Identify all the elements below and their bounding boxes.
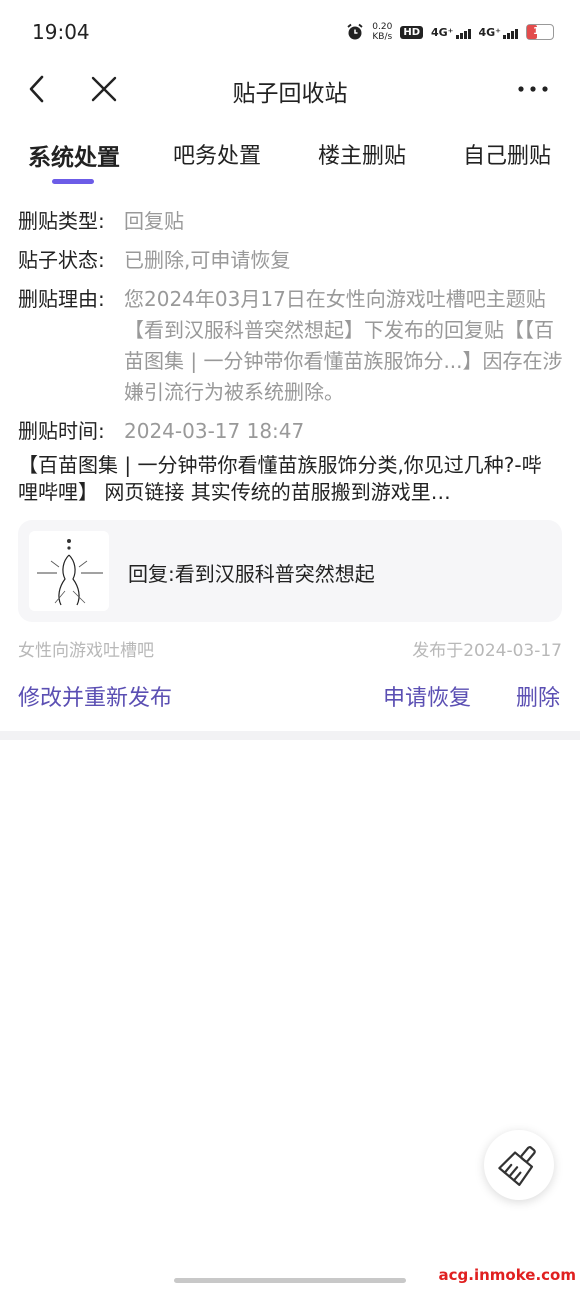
info-row-time: 删贴时间: 2024-03-17 18:47 [18, 416, 563, 447]
nav-bar: 贴子回收站 [0, 64, 580, 114]
type-value: 回复贴 [124, 209, 184, 233]
signal-icon: 4G⁺ [431, 26, 471, 39]
type-label: 删贴类型: [18, 209, 105, 233]
alarm-icon [347, 23, 363, 40]
signal-1-label: 4G⁺ [431, 25, 454, 39]
broom-icon [498, 1146, 536, 1186]
tab-system-disposal[interactable]: 系统处置 [28, 138, 120, 172]
info-row-type: 删贴类型: 回复贴 [18, 206, 563, 237]
status-bar: 19:04 0.20 KB/s HD 4G⁺ 4G⁺ 15 [0, 0, 580, 64]
time-value: 2024-03-17 18:47 [124, 419, 305, 443]
apply-restore-button[interactable]: 申请恢复 [383, 680, 471, 712]
time-label: 删贴时间: [18, 419, 105, 443]
home-indicator[interactable] [174, 1278, 406, 1283]
net-speed: 0.20 KB/s [372, 22, 392, 42]
clean-fab-button[interactable] [484, 1130, 554, 1200]
tab-admin-disposal[interactable]: 吧务处置 [173, 138, 261, 170]
status-icons: 0.20 KB/s HD 4G⁺ 4G⁺ 15 [346, 22, 554, 42]
signal-icon-2: 4G⁺ [478, 25, 518, 39]
section-divider [0, 731, 580, 740]
signal-2-label: 4G⁺ [478, 25, 502, 39]
tab-bar: 系统处置 吧务处置 楼主删贴 自己删贴 [0, 130, 580, 190]
delete-button[interactable]: 删除 [516, 680, 560, 712]
info-row-reason: 删贴理由: 您2024年03月17日在女性向游戏吐槽吧主题贴【看到汉服科普突然想… [18, 284, 563, 408]
hd-icon: HD [400, 25, 423, 39]
more-icon[interactable] [516, 72, 550, 106]
thread-thumbnail [29, 531, 109, 611]
publish-date: 发布于2024-03-17 [412, 641, 562, 661]
info-row-status: 贴子状态: 已删除,可申请恢复 [18, 245, 563, 276]
net-speed-value: 0.20 [372, 22, 393, 32]
reason-label: 删贴理由: [18, 287, 105, 311]
watermark: acg.inmoke.com [438, 1266, 576, 1284]
battery-icon: 15 [526, 24, 554, 40]
status-time: 19:04 [32, 20, 90, 44]
quoted-thread-title: 回复:看到汉服科普突然想起 [128, 562, 375, 586]
reason-value: 您2024年03月17日在女性向游戏吐槽吧主题贴【看到汉服科普突然想起】下发布的… [124, 287, 563, 404]
post-content[interactable]: 【百苗图集 | 一分钟带你看懂苗族服饰分类,你见过几种?-哔哩哔哩】 网页链接 … [18, 452, 558, 506]
deletion-info: 删贴类型: 回复贴 贴子状态: 已删除,可申请恢复 删贴理由: 您2024年03… [18, 206, 563, 455]
tab-op-deleted[interactable]: 楼主删贴 [318, 138, 406, 170]
tab-self-deleted[interactable]: 自己删贴 [463, 138, 551, 170]
net-speed-unit: KB/s [372, 32, 393, 42]
edit-republish-button[interactable]: 修改并重新发布 [18, 680, 172, 712]
page-title: 贴子回收站 [232, 81, 348, 107]
status-label: 贴子状态: [18, 248, 105, 272]
forum-name[interactable]: 女性向游戏吐槽吧 [18, 636, 154, 661]
tab-active-indicator [52, 179, 94, 184]
quoted-thread-card[interactable]: 回复:看到汉服科普突然想起 [18, 520, 562, 622]
status-value: 已删除,可申请恢复 [124, 248, 291, 272]
battery-level: 15 [533, 26, 547, 37]
